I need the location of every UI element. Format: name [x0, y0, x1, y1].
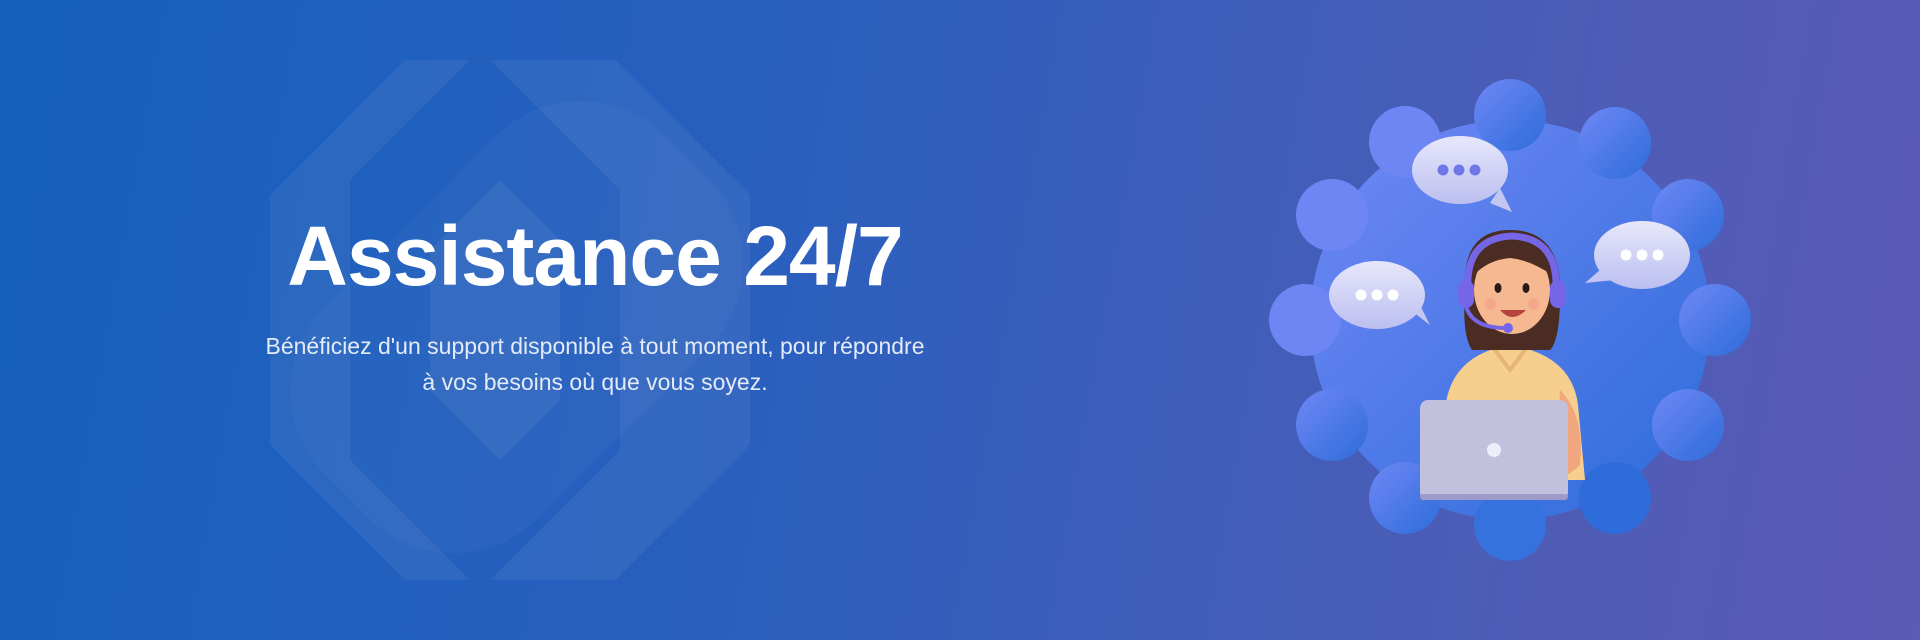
hero-title: Assistance 24/7	[287, 209, 903, 303]
hero-subtitle: Bénéficiez d'un support disponible à tou…	[235, 328, 955, 400]
laptop-icon	[1420, 400, 1568, 500]
hero-banner: Assistance 24/7 Bénéficiez d'un support …	[0, 0, 1920, 640]
hero-subtitle-line-2: à vos besoins où que vous soyez.	[422, 369, 768, 396]
support-agent-illustration	[1269, 79, 1751, 561]
hero-text: Assistance 24/7 Bénéficiez d'un support …	[190, 210, 1000, 400]
hero-subtitle-line-1: Bénéficiez d'un support disponible à tou…	[265, 333, 925, 360]
